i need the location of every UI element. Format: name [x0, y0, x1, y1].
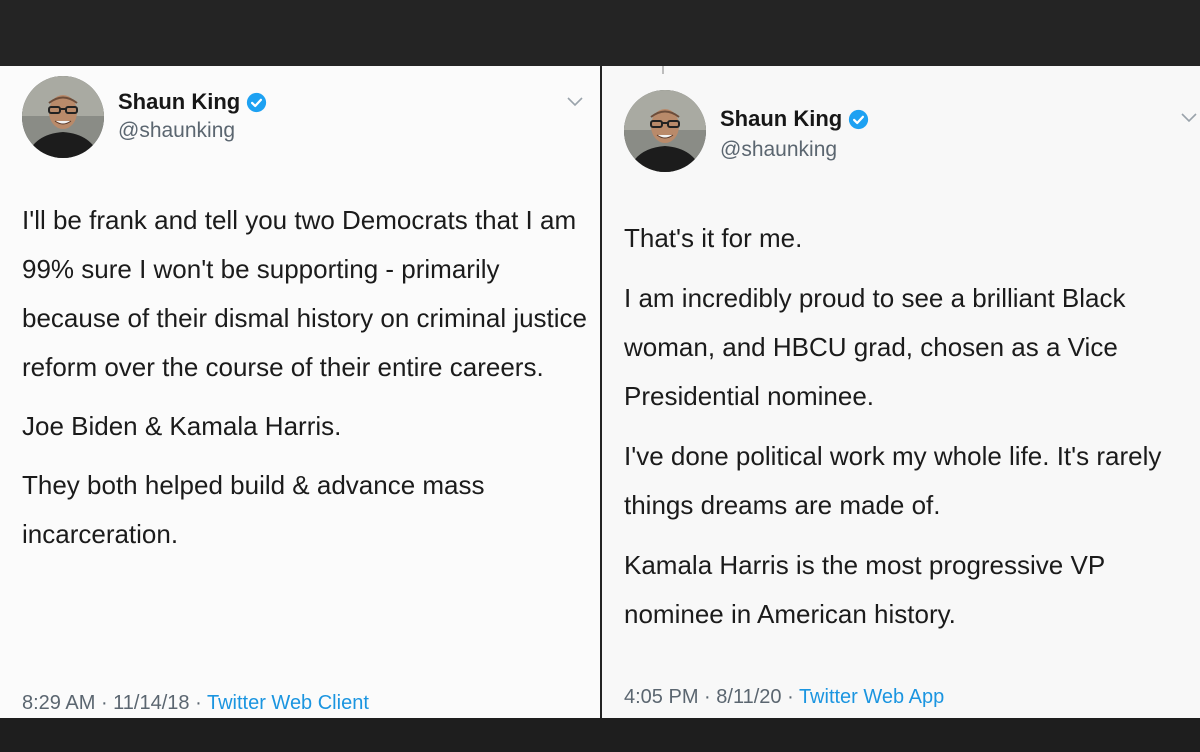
author-handle[interactable]: @shaunking: [118, 119, 235, 143]
tweet-text: That's it for me. I am incredibly proud …: [624, 214, 1198, 639]
avatar[interactable]: [624, 90, 706, 172]
tweet-time[interactable]: 4:05 PM: [624, 686, 698, 708]
meta-separator: ·: [95, 692, 114, 714]
tweet-source-link[interactable]: Twitter Web Client: [207, 692, 369, 714]
verified-badge-icon: [849, 109, 869, 129]
meta-separator: ·: [698, 686, 717, 708]
tweet-source-link[interactable]: Twitter Web App: [799, 686, 944, 708]
tweet-paragraph: I'll be frank and tell you two Democrats…: [22, 205, 588, 382]
bottom-dark-band: [0, 718, 1200, 752]
tweet-text: I'll be frank and tell you two Democrats…: [22, 196, 592, 559]
tweet-paragraph: They both helped build & advance mass in…: [22, 470, 485, 549]
chevron-down-icon[interactable]: [566, 96, 584, 108]
tweet-meta: 4:05 PM · 8/11/20 · Twitter Web App: [624, 686, 944, 709]
tweet-card-left: Shaun King @shaunking I'll be frank and …: [0, 66, 600, 718]
tweet-paragraph: I am incredibly proud to see a brilliant…: [624, 283, 1126, 411]
tweet-date[interactable]: 11/14/18: [113, 692, 189, 714]
tweet-paragraph: Kamala Harris is the most progressive VP…: [624, 550, 1105, 629]
profile-photo: [624, 90, 706, 172]
meta-separator: ·: [781, 686, 799, 708]
meta-separator: ·: [189, 692, 207, 714]
profile-photo: [22, 76, 104, 158]
tweet-meta: 8:29 AM · 11/14/18 · Twitter Web Client: [22, 692, 369, 715]
author-handle[interactable]: @shaunking: [720, 138, 837, 162]
author-name[interactable]: Shaun King: [720, 106, 842, 132]
tweet-card-right: Shaun King @shaunking That's it for me. …: [602, 66, 1200, 718]
chevron-down-icon[interactable]: [1180, 112, 1198, 124]
author-row: Shaun King: [720, 106, 869, 132]
tweet-paragraph: That's it for me.: [624, 223, 803, 253]
tweet-paragraph: I've done political work my whole life. …: [624, 441, 1162, 520]
tweet-time[interactable]: 8:29 AM: [22, 692, 95, 714]
author-name[interactable]: Shaun King: [118, 89, 240, 115]
verified-badge-icon: [247, 92, 267, 112]
tweet-paragraph: Joe Biden & Kamala Harris.: [22, 411, 342, 441]
tweet-date[interactable]: 8/11/20: [716, 686, 781, 708]
scan-artifact: [662, 66, 664, 74]
avatar[interactable]: [22, 76, 104, 158]
author-row: Shaun King: [118, 89, 267, 115]
top-dark-band: [0, 0, 1200, 66]
